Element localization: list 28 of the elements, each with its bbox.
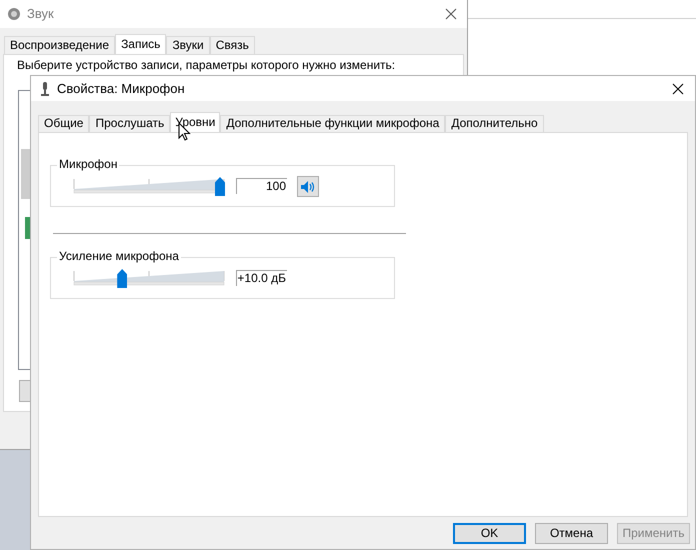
tab[interactable]: Прослушать: [89, 115, 170, 132]
tab[interactable]: Уровни: [170, 112, 220, 132]
mute-button[interactable]: [297, 176, 319, 197]
scrollbar-thumb: [21, 149, 31, 199]
tab[interactable]: Запись: [115, 34, 166, 54]
close-icon[interactable]: [445, 8, 457, 20]
tab[interactable]: Звуки: [166, 36, 210, 54]
window-title: Звук: [27, 5, 54, 24]
dialog-button[interactable]: Отмена: [535, 523, 608, 544]
dialog-title: Свойства: Микрофон: [57, 80, 185, 98]
value-field[interactable]: +10.0 дБ: [236, 270, 287, 286]
tab[interactable]: Дополнительно: [445, 115, 544, 132]
slider-track[interactable]: [73, 176, 225, 196]
group-label: Микрофон: [57, 157, 120, 172]
group-label: Усиление микрофона: [57, 249, 181, 264]
dialog-button[interactable]: OK: [453, 523, 526, 544]
slider-track[interactable]: [73, 268, 225, 288]
value-field[interactable]: 100: [236, 178, 287, 194]
slider-thumb[interactable]: [215, 177, 225, 196]
tab[interactable]: Воспроизведение: [4, 36, 116, 54]
tab[interactable]: Связь: [210, 36, 255, 54]
microphone-icon: [41, 82, 49, 96]
instruction-text: Выберите устройство записи, параметры которого нужно изменить:: [17, 58, 396, 72]
tab[interactable]: Общие: [38, 115, 90, 132]
close-icon[interactable]: [672, 82, 684, 94]
device-icon: [25, 217, 30, 239]
slider-thumb[interactable]: [117, 269, 128, 288]
tab[interactable]: Дополнительные функции микрофона: [220, 115, 446, 132]
